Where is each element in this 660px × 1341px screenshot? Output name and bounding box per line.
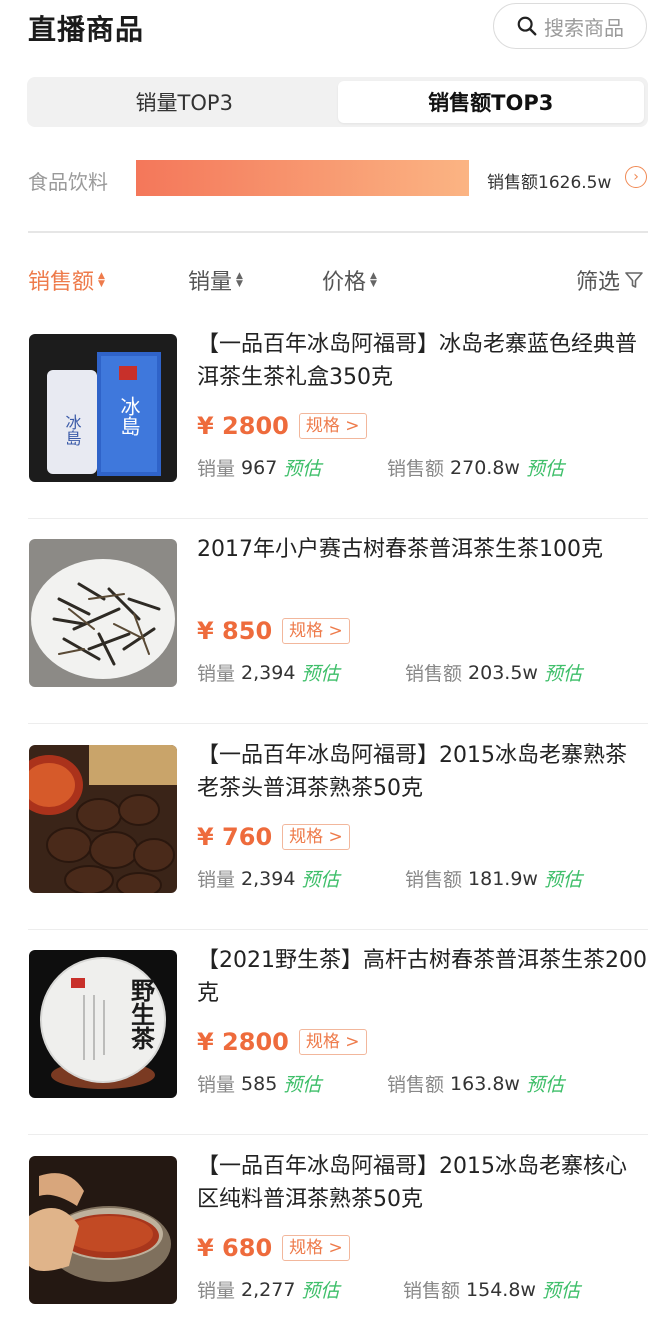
- product-price: ¥ 760: [197, 823, 273, 851]
- filter-label: 筛选: [576, 270, 621, 295]
- sales-volume-label: 销量: [197, 458, 236, 480]
- product-card[interactable]: 【一品百年冰岛阿福哥】2015冰岛老寨核心区纯料普洱茶熟茶50克 ¥ 680 规…: [0, 1136, 660, 1341]
- sales-volume-value: 967: [241, 456, 278, 479]
- estimate-tag: 预估: [543, 663, 582, 685]
- filter-button[interactable]: 筛选: [576, 264, 644, 296]
- sales-volume-value: 2,394: [241, 867, 296, 890]
- sales-volume-stat: 销量 967 预估: [197, 454, 321, 481]
- sales-volume-label: 销量: [197, 663, 236, 685]
- sales-amount-stat: 销售额 163.8w 预估: [387, 1070, 564, 1097]
- sales-volume-stat: 销量 2,277 预估: [197, 1276, 339, 1303]
- sales-volume-stat: 销量 2,394 预估: [197, 865, 339, 892]
- estimate-tag: 预估: [525, 1074, 564, 1096]
- estimate-tag: 预估: [301, 663, 340, 685]
- sales-amount-value: 163.8w: [450, 1072, 520, 1095]
- page-title: 直播商品: [28, 13, 145, 46]
- spec-button[interactable]: 规格 >: [298, 413, 367, 439]
- sales-volume-value: 2,394: [241, 661, 296, 684]
- tab-sales-amount-top3[interactable]: 销售额TOP3: [337, 81, 644, 123]
- product-card[interactable]: 2017年小户赛古树春茶普洱茶生茶100克 ¥ 850 规格 > 销量 2,39…: [0, 519, 660, 724]
- product-card[interactable]: 【一品百年冰岛阿福哥】2015冰岛老寨熟茶老茶头普洱茶熟茶50克 ¥ 760 规…: [0, 725, 660, 930]
- product-price: ¥ 680: [197, 1234, 273, 1262]
- ranking-tabs: 销量TOP3 销售额TOP3: [27, 77, 648, 127]
- sales-amount-label: 销售额: [405, 869, 463, 891]
- sort-sales-volume-label: 销量: [188, 270, 233, 295]
- search-icon: [517, 16, 537, 36]
- sales-volume-value: 585: [241, 1072, 278, 1095]
- product-title[interactable]: 2017年小户赛古树春茶普洱茶生茶100克: [197, 533, 647, 566]
- sales-amount-label: 销售额: [403, 1280, 461, 1302]
- sort-sales-volume[interactable]: 销量 ▲ ▼: [188, 264, 243, 296]
- spec-button[interactable]: 规格 >: [282, 1235, 350, 1261]
- sales-amount-label: 销售额: [387, 1074, 445, 1096]
- sales-volume-label: 销量: [197, 1074, 236, 1096]
- sales-amount-stat: 销售额 154.8w 预估: [403, 1276, 580, 1303]
- category-bar-track: [136, 160, 469, 196]
- funnel-icon: [625, 272, 643, 288]
- product-title[interactable]: 【一品百年冰岛阿福哥】2015冰岛老寨核心区纯料普洱茶熟茶50克: [197, 1150, 647, 1216]
- sales-amount-value: 154.8w: [466, 1278, 536, 1301]
- sales-volume-stat: 销量 585 预估: [197, 1070, 321, 1097]
- estimate-tag: 预估: [301, 869, 340, 891]
- tea-cake-text: 野生茶: [127, 978, 156, 1051]
- sales-amount-stat: 销售额 203.5w 预估: [405, 659, 582, 686]
- sort-price[interactable]: 价格 ▲ ▼: [322, 264, 377, 296]
- estimate-tag: 预估: [543, 869, 582, 891]
- sort-arrows-icon: ▲ ▼: [370, 271, 377, 289]
- sales-amount-label: 销售额: [387, 458, 445, 480]
- product-card[interactable]: 野生茶 【2021野生茶】高杆古树春茶普洱茶生茶200克 ¥ 2800 规格 >…: [0, 930, 660, 1135]
- search-button[interactable]: 搜索商品: [493, 3, 647, 49]
- category-summary-row[interactable]: 食品饮料 销售额1626.5w: [0, 152, 660, 206]
- sort-price-label: 价格: [322, 270, 367, 295]
- estimate-tag: 预估: [525, 458, 564, 480]
- estimate-tag: 预估: [541, 1280, 580, 1302]
- product-image[interactable]: 冰島 冰島: [29, 334, 177, 482]
- sort-bar: 销售额 ▲ ▼ 销量 ▲ ▼ 价格 ▲ ▼ 筛选: [0, 258, 660, 302]
- product-box-text: 冰島: [63, 414, 82, 446]
- svg-text:冰島: 冰島: [117, 396, 141, 436]
- product-price: ¥ 2800: [197, 1028, 289, 1056]
- product-image[interactable]: 野生茶: [29, 950, 177, 1098]
- divider: [28, 231, 648, 233]
- product-price: ¥ 2800: [197, 412, 289, 440]
- category-bar: [136, 160, 469, 196]
- sort-sales-amount-label: 销售额: [28, 270, 95, 295]
- estimate-tag: 预估: [301, 1280, 340, 1302]
- category-sales-amount: 销售额1626.5w: [487, 173, 612, 193]
- product-card[interactable]: 冰島 冰島 【一品百年冰岛阿福哥】冰岛老寨蓝色经典普洱茶生茶礼盒350克 ¥ 2…: [0, 314, 660, 519]
- sales-volume-label: 销量: [197, 1280, 236, 1302]
- sort-arrows-icon: ▲ ▼: [236, 271, 243, 289]
- divider: [28, 723, 648, 724]
- product-title[interactable]: 【一品百年冰岛阿福哥】2015冰岛老寨熟茶老茶头普洱茶熟茶50克: [197, 739, 647, 805]
- sales-amount-stat: 销售额 270.8w 预估: [387, 454, 564, 481]
- estimate-tag: 预估: [283, 458, 322, 480]
- sort-sales-amount[interactable]: 销售额 ▲ ▼: [28, 264, 105, 296]
- product-image[interactable]: [29, 539, 177, 687]
- sales-volume-value: 2,277: [241, 1278, 296, 1301]
- sales-amount-label: 销售额: [405, 663, 463, 685]
- header: 直播商品 搜索商品: [0, 0, 660, 60]
- product-price: ¥ 850: [197, 617, 273, 645]
- sales-volume-stat: 销量 2,394 预估: [197, 659, 339, 686]
- product-image[interactable]: [29, 1156, 177, 1304]
- chevron-right-icon[interactable]: ›: [625, 166, 647, 188]
- divider: [28, 1134, 648, 1135]
- sales-amount-value: 181.9w: [468, 867, 538, 890]
- spec-button[interactable]: 规格 >: [282, 618, 350, 644]
- product-title[interactable]: 【2021野生茶】高杆古树春茶普洱茶生茶200克: [197, 944, 647, 1010]
- spec-button[interactable]: 规格 >: [298, 1029, 367, 1055]
- sales-amount-value: 203.5w: [468, 661, 538, 684]
- estimate-tag: 预估: [283, 1074, 322, 1096]
- sales-volume-label: 销量: [197, 869, 236, 891]
- tab-sales-volume-top3[interactable]: 销量TOP3: [31, 81, 338, 123]
- sales-amount-stat: 销售额 181.9w 预估: [405, 865, 582, 892]
- spec-button[interactable]: 规格 >: [282, 824, 350, 850]
- product-title[interactable]: 【一品百年冰岛阿福哥】冰岛老寨蓝色经典普洱茶生茶礼盒350克: [197, 328, 647, 394]
- sales-amount-value: 270.8w: [450, 456, 520, 479]
- sort-arrows-icon: ▲ ▼: [98, 271, 105, 289]
- product-image[interactable]: [29, 745, 177, 893]
- category-label: 食品饮料: [28, 170, 108, 194]
- search-label: 搜索商品: [544, 15, 624, 40]
